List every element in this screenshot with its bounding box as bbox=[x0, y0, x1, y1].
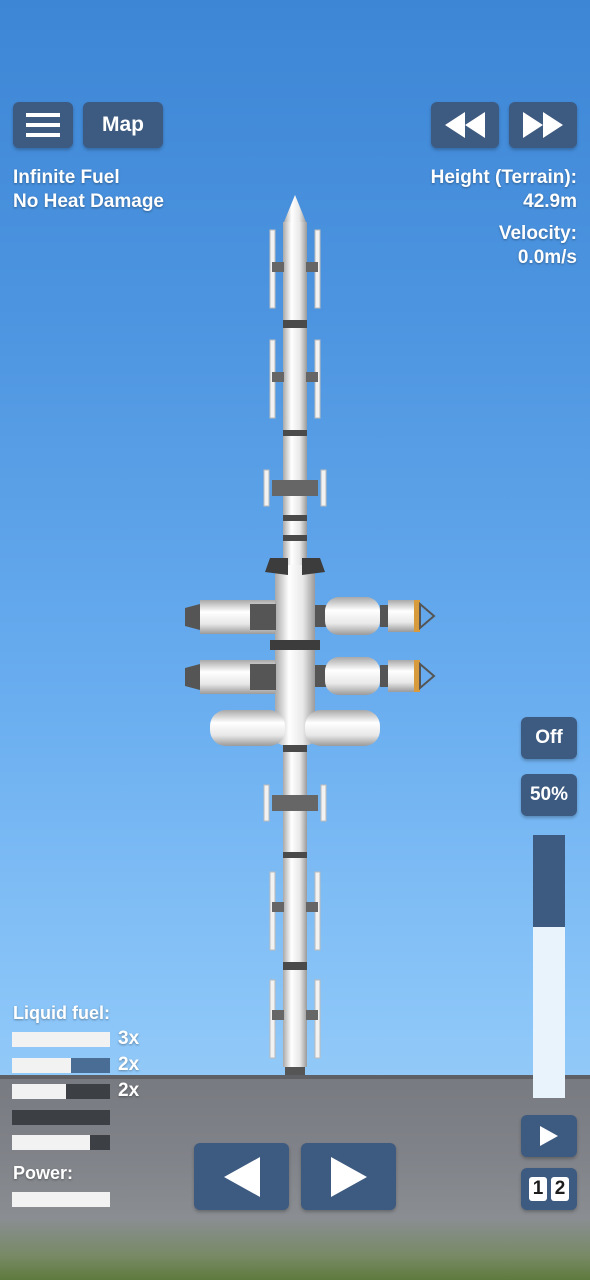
rcs-off-button[interactable]: Off bbox=[521, 717, 577, 759]
fast-forward-icon bbox=[523, 112, 563, 138]
fuel-tank-bar bbox=[12, 1110, 110, 1125]
fuel-tank-bar-fill bbox=[12, 1032, 110, 1047]
liquid-fuel-label: Liquid fuel: bbox=[13, 1003, 110, 1023]
cheat-infinite-fuel: Infinite Fuel bbox=[13, 167, 120, 188]
rotate-left-icon bbox=[223, 1156, 260, 1197]
rewind-button[interactable] bbox=[431, 102, 499, 148]
fuel-tank-bar bbox=[12, 1135, 110, 1150]
rotate-right-button[interactable] bbox=[301, 1143, 396, 1210]
height-label: Height (Terrain): bbox=[430, 167, 577, 188]
fuel-tank-bar-reserve bbox=[70, 1058, 110, 1073]
height-value: 42.9m bbox=[523, 191, 577, 212]
rewind-icon bbox=[445, 112, 485, 138]
play-icon bbox=[540, 1126, 558, 1146]
velocity-value: 0.0m/s bbox=[517, 247, 577, 268]
menu-button[interactable] bbox=[13, 102, 73, 148]
hamburger-icon bbox=[26, 113, 60, 137]
timewarp-digit-2: 2 bbox=[551, 1177, 569, 1201]
fuel-tank-bar-fill bbox=[12, 1135, 91, 1150]
fuel-tank-multiplier: 3x bbox=[118, 1028, 140, 1049]
power-bar bbox=[12, 1192, 110, 1207]
map-button[interactable]: Map bbox=[83, 102, 163, 148]
fuel-tank-bar-fill bbox=[12, 1058, 71, 1073]
fuel-tank-bar-fill bbox=[12, 1084, 66, 1099]
play-button[interactable] bbox=[521, 1115, 577, 1157]
throttle-percent-button[interactable]: 50% bbox=[521, 774, 577, 816]
fast-forward-button[interactable] bbox=[509, 102, 577, 148]
fuel-tank-multiplier: 2x bbox=[118, 1080, 140, 1101]
fuel-tank-bar bbox=[12, 1032, 110, 1047]
fuel-tank-bar bbox=[12, 1084, 110, 1099]
power-bar-fill bbox=[12, 1192, 110, 1207]
rotate-left-button[interactable] bbox=[194, 1143, 289, 1210]
rotate-right-icon bbox=[330, 1156, 367, 1197]
timewarp-digit-1: 1 bbox=[529, 1177, 547, 1201]
power-label: Power: bbox=[13, 1163, 74, 1183]
timewarp-selector[interactable]: 1 2 bbox=[521, 1168, 577, 1210]
fuel-tank-multiplier: 2x bbox=[118, 1054, 140, 1075]
cheat-no-heat-damage: No Heat Damage bbox=[13, 191, 164, 212]
velocity-label: Velocity: bbox=[498, 223, 577, 244]
fuel-tank-bar bbox=[12, 1058, 110, 1073]
throttle-slider-handle[interactable] bbox=[533, 835, 565, 928]
throttle-slider[interactable] bbox=[533, 835, 565, 1098]
